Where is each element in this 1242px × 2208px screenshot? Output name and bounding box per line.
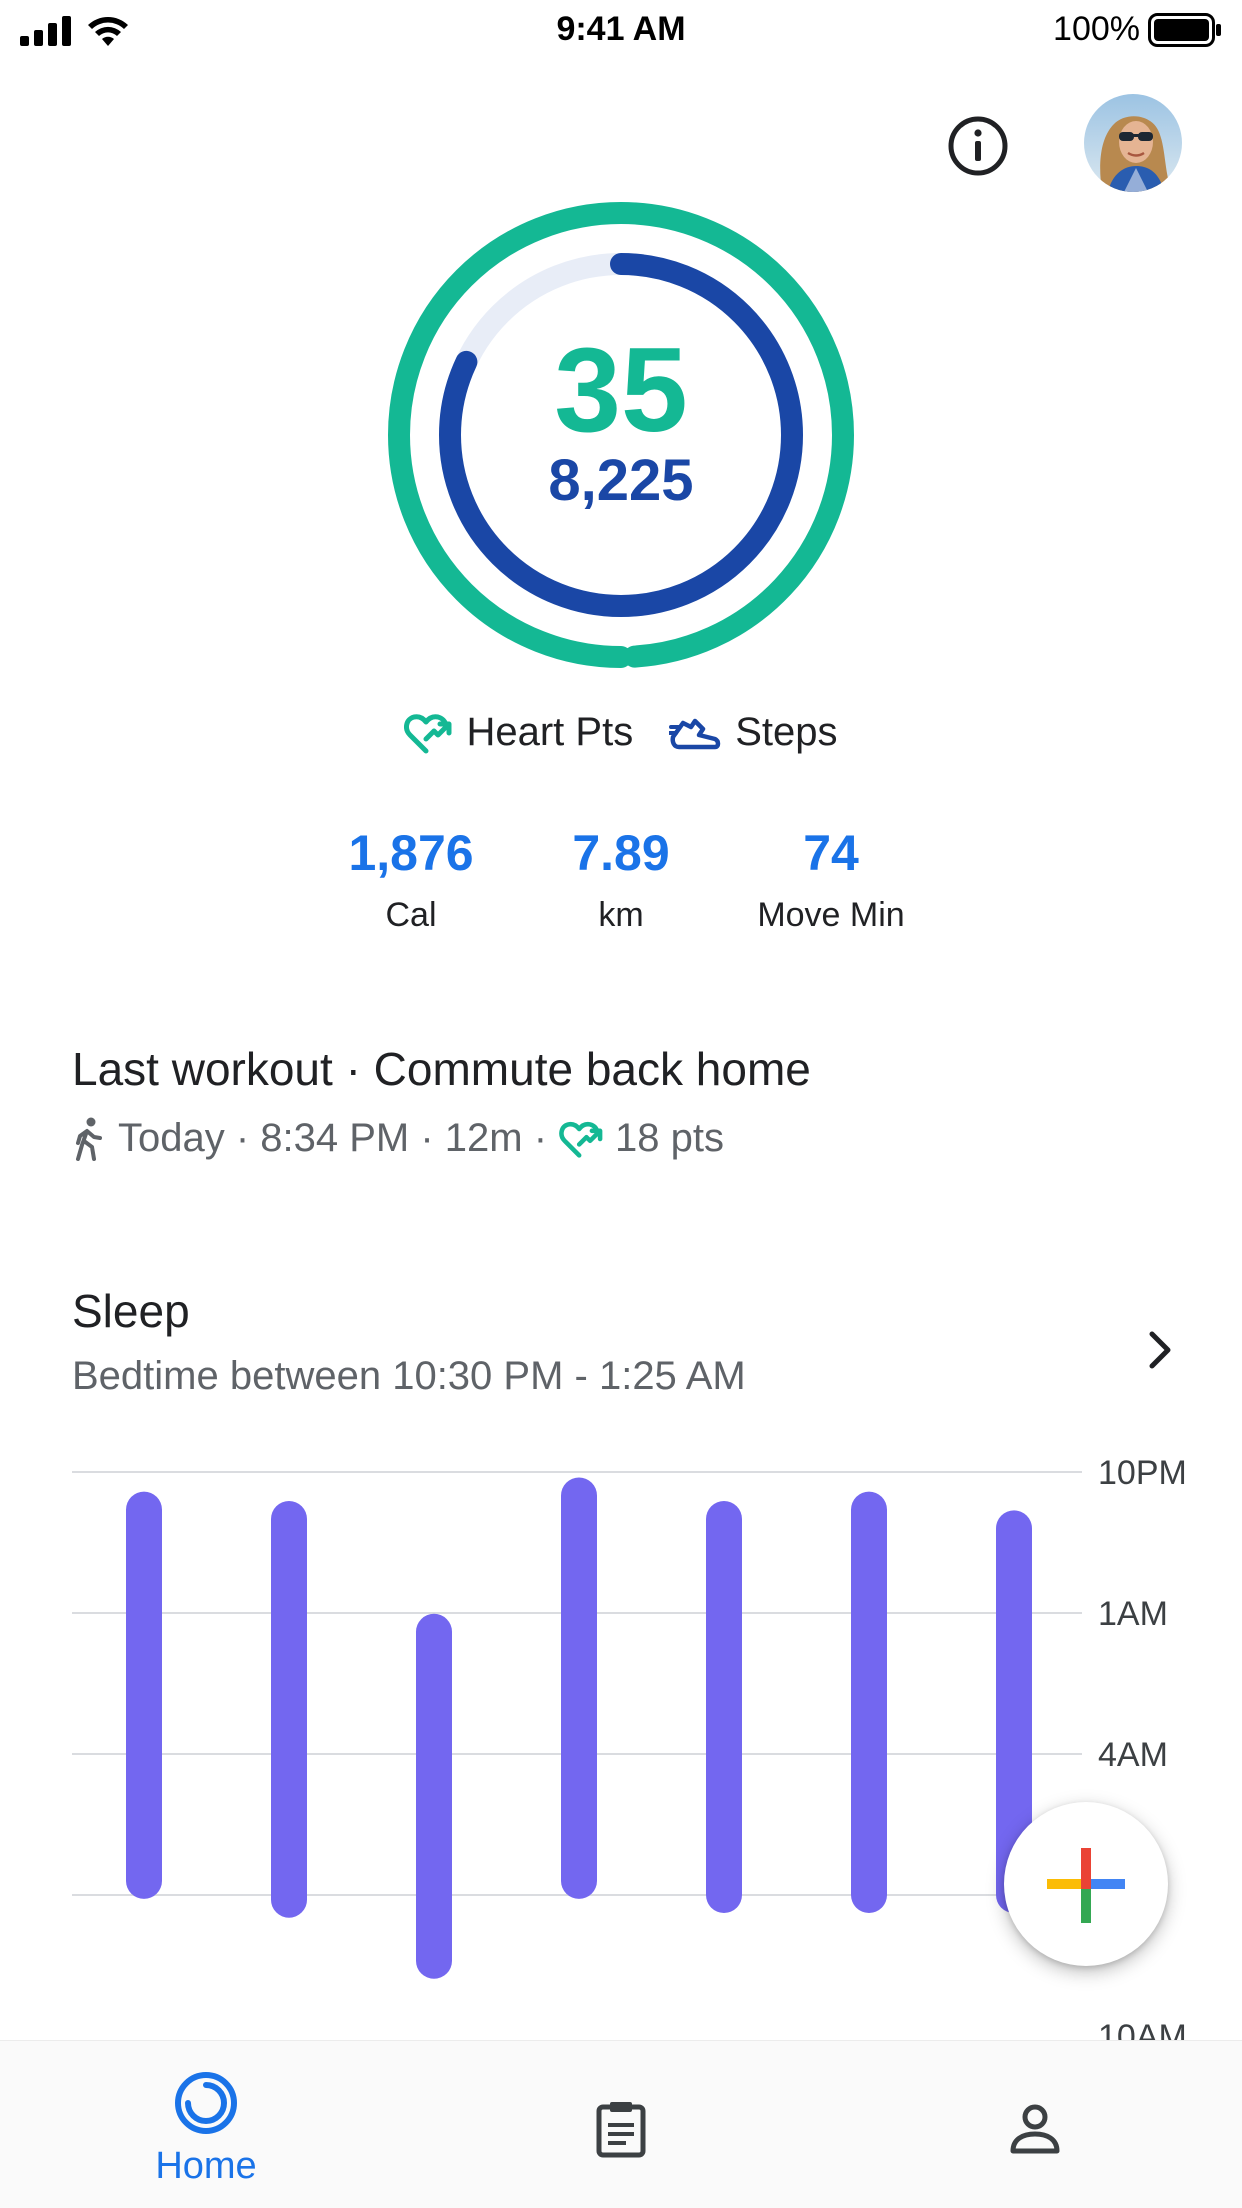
stat-calories-label: Cal	[385, 896, 437, 934]
sleep-axis-label: 1AM	[1098, 1595, 1168, 1633]
stat-calories: 1,876 Cal	[291, 828, 531, 935]
nav-journal[interactable]	[471, 2041, 771, 2208]
sleep-title: Sleep	[72, 1285, 190, 1337]
walking-icon	[76, 1117, 102, 1161]
chevron-right-icon	[1149, 1331, 1171, 1369]
stat-calories-value: 1,876	[348, 825, 474, 881]
heart-points-value: 35	[554, 323, 688, 457]
sleep-subtitle: Bedtime between 10:30 PM - 1:25 AM	[72, 1354, 746, 1398]
nav-profile[interactable]	[885, 2041, 1185, 2208]
stat-move-min: 74 Move Min	[711, 828, 951, 935]
plus-icon	[1047, 1848, 1125, 1923]
last-workout-card[interactable]: Last workout · Commute back home Today ·…	[72, 1042, 1172, 1161]
sleep-open-button[interactable]	[1140, 1326, 1180, 1374]
legend-steps-label: Steps	[735, 710, 838, 754]
home-ring-icon	[175, 2072, 237, 2134]
info-button[interactable]	[946, 114, 1010, 178]
legend-steps: Steps	[669, 710, 838, 755]
sleep-axis-label: 10AM	[1098, 2018, 1187, 2040]
sleep-axis-label: 10PM	[1098, 1460, 1187, 1492]
battery-percent: 100%	[1053, 10, 1140, 48]
stat-distance: 7.89 km	[501, 828, 741, 935]
nav-home[interactable]: Home	[56, 2041, 356, 2208]
add-activity-button[interactable]	[1004, 1802, 1168, 1966]
status-right: 100%	[1053, 10, 1222, 49]
nav-home-label: Home	[155, 2145, 257, 2187]
legend-heart: Heart Pts	[404, 710, 633, 755]
status-bar: 9:41 AM 100%	[0, 0, 1242, 62]
steps-value: 8,225	[548, 448, 694, 513]
info-circle-icon	[948, 116, 1008, 176]
steps-shoe-icon	[669, 718, 721, 749]
battery-icon	[1148, 12, 1221, 47]
sleep-axis-label: 4AM	[1098, 1736, 1168, 1774]
avatar[interactable]	[1084, 94, 1182, 192]
clipboard-icon	[596, 2102, 646, 2158]
last-workout-title: Last workout · Commute back home	[72, 1043, 811, 1095]
last-workout-points: 18 pts	[615, 1116, 725, 1160]
heart-arrow-icon	[404, 713, 452, 753]
heart-arrow-icon	[559, 1121, 603, 1158]
ring-legend: Heart Pts Steps	[0, 710, 1242, 755]
stat-distance-value: 7.89	[572, 825, 670, 881]
stat-move-min-value: 74	[803, 825, 859, 881]
person-icon	[1010, 2104, 1060, 2154]
stat-distance-label: km	[598, 896, 644, 934]
stat-move-min-label: Move Min	[757, 896, 905, 934]
last-workout-when: Today · 8:34 PM · 12m ·	[118, 1116, 548, 1160]
legend-heart-label: Heart Pts	[466, 710, 634, 754]
last-workout-meta: Today · 8:34 PM · 12m · 18 pts	[72, 1116, 1172, 1161]
bottom-navigation: Home	[0, 2040, 1242, 2208]
user-avatar	[1084, 94, 1182, 192]
